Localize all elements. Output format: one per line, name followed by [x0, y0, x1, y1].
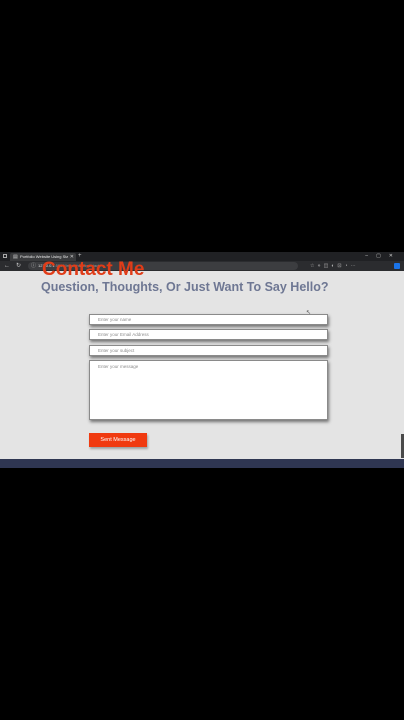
info-icon[interactable]: ⓘ [31, 262, 36, 270]
toolbar-icons[interactable]: ☆⋄◫◐⊡◔⋯ [310, 262, 359, 270]
browser-window: ▤ Portfolio Website Using Stat ✕ + –▢✕ ←… [0, 252, 404, 468]
subject-placeholder: Enter your subject [98, 348, 135, 353]
name-input[interactable]: Enter your name [89, 314, 328, 325]
subject-input[interactable]: Enter your subject [89, 345, 328, 356]
page-footer [0, 459, 404, 468]
email-input[interactable]: Enter your Email Address [89, 329, 328, 340]
email-placeholder: Enter your Email Address [98, 332, 149, 337]
name-placeholder: Enter your name [98, 317, 132, 322]
window-menu-icon[interactable] [3, 254, 7, 258]
window-controls[interactable]: –▢✕ [365, 253, 401, 260]
page-subtitle: Question, Thoughts, Or Just Want To Say … [41, 280, 329, 294]
page-content: Contact Me Question, Thoughts, Or Just W… [0, 259, 404, 468]
page-icon: ▤ [13, 254, 18, 260]
refresh-icon[interactable]: ↻ [16, 262, 21, 270]
page-title: Contact Me [42, 259, 145, 280]
message-textarea[interactable]: Enter your message [89, 360, 328, 420]
back-icon[interactable]: ← [4, 262, 10, 270]
send-message-button[interactable]: Sent Message [89, 433, 147, 447]
extension-icon[interactable] [394, 263, 400, 269]
message-placeholder: Enter your message [98, 364, 139, 369]
